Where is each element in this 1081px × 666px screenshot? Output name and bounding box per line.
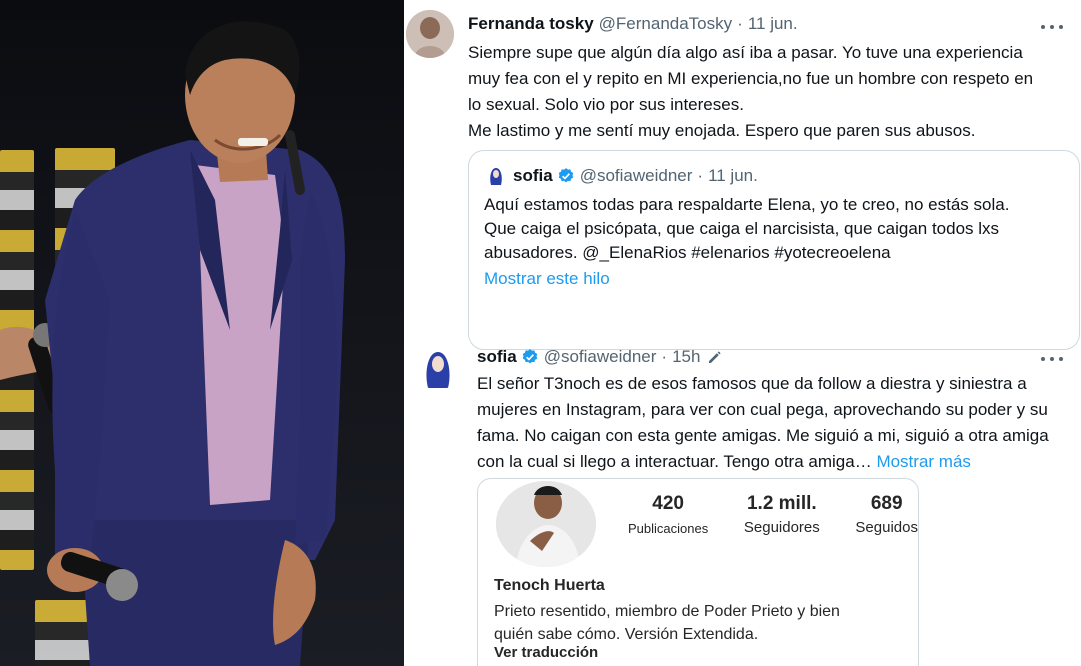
tweet-date[interactable]: 11 jun. xyxy=(748,14,798,34)
tweet-text-line: lo sexual. Solo vio por sus intereses. xyxy=(468,95,744,114)
separator: · xyxy=(737,14,743,33)
tweet-text-line: con la cual si llego a interactuar. Teng… xyxy=(477,449,1072,475)
display-name[interactable]: sofia xyxy=(477,347,517,367)
tweets-screenshot: Fernanda tosky @FernandaTosky · 11 jun. … xyxy=(404,0,1081,666)
separator: · xyxy=(661,347,668,366)
followers-label: Seguidores xyxy=(743,519,820,536)
posts-count: 420 xyxy=(652,493,684,514)
show-thread-link[interactable]: Mostrar este hilo xyxy=(484,269,610,289)
tweet-date[interactable]: 15h xyxy=(672,347,700,367)
tweet-text: El señor T3noch es de esos famosos que d… xyxy=(477,371,1072,475)
user-handle[interactable]: @FernandaTosky xyxy=(599,14,733,34)
more-options-icon[interactable] xyxy=(1041,350,1063,368)
display-name[interactable]: Fernanda tosky xyxy=(468,14,594,34)
tweet-text-line: Me lastimo y me sentí muy enojada. Esper… xyxy=(468,121,976,140)
posts-stat: 420 Publicaciones xyxy=(628,493,708,536)
verified-badge-icon xyxy=(522,349,537,364)
tweet-header: Fernanda tosky @FernandaTosky · 11 jun. xyxy=(468,14,798,34)
followers-count: 1.2 mill. xyxy=(746,493,817,514)
followers-stat: 1.2 mill. Seguidores xyxy=(744,493,820,536)
tweet-text-line: Aquí estamos todas para respaldarte Elen… xyxy=(484,195,1010,214)
tweet-text-line: abusadores. @_ElenaRios #elenarios #yote… xyxy=(484,243,891,262)
instagram-profile-screenshot[interactable]: 420 Publicaciones 1.2 mill. Seguidores 6… xyxy=(477,478,919,666)
bio-line: quién sabe cómo. Versión Extendida. xyxy=(494,626,759,643)
tweet-text: Siempre supe que algún día algo así iba … xyxy=(468,40,1073,144)
quoted-tweet[interactable]: sofia @sofiaweidner · 11 jun. Aquí estam… xyxy=(468,150,1080,350)
user-avatar[interactable] xyxy=(416,346,460,390)
display-name[interactable]: sofia xyxy=(513,166,553,186)
posts-label: Publicaciones xyxy=(628,521,709,536)
profile-bio: Prieto resentido, miembro de Poder Priet… xyxy=(494,600,914,646)
tweet-text-line: El señor T3noch es de esos famosos que d… xyxy=(477,374,1027,393)
following-label: Seguidos xyxy=(855,519,918,536)
tweet-text-line: mujeres en Instagram, para ver con cual … xyxy=(477,400,1048,419)
tweet-header: sofia @sofiaweidner · 15h xyxy=(477,347,724,367)
user-handle[interactable]: @sofiaweidner xyxy=(544,347,657,367)
pencil-icon xyxy=(709,351,722,363)
following-count: 689 xyxy=(870,493,903,514)
tweet-text-fragment: con la cual si llego a interactuar. Teng… xyxy=(477,452,872,471)
verified-badge-icon xyxy=(558,168,573,183)
tweet-text-line: fama. No caigan con esta gente amigas. M… xyxy=(477,426,1049,445)
bio-line: Prieto resentido, miembro de Poder Priet… xyxy=(494,603,840,620)
profile-picture xyxy=(496,481,596,567)
tweet: sofia @sofiaweidner · 15h El señor T3noc… xyxy=(404,338,1081,666)
event-photo xyxy=(0,0,404,666)
user-avatar[interactable] xyxy=(406,10,454,58)
separator: · xyxy=(697,166,704,185)
person-illustration xyxy=(0,21,345,666)
show-more-link[interactable]: Mostrar más xyxy=(876,452,970,471)
see-translation-link: Ver traducción xyxy=(494,644,599,661)
user-handle[interactable]: @sofiaweidner xyxy=(580,166,693,186)
quoted-tweet-header: sofia @sofiaweidner · 11 jun. xyxy=(513,166,758,186)
quoted-tweet-text: Aquí estamos todas para respaldarte Elen… xyxy=(484,193,1074,265)
profile-stats: 420 Publicaciones 1.2 mill. Seguidores 6… xyxy=(628,493,918,536)
tweet-text-line: muy fea con el y repito en MI experienci… xyxy=(468,69,1034,88)
tweet-text-line: Siempre supe que algún día algo así iba … xyxy=(468,43,1023,62)
quoted-user-avatar[interactable] xyxy=(485,165,507,187)
tweet: Fernanda tosky @FernandaTosky · 11 jun. … xyxy=(404,0,1081,350)
profile-name: Tenoch Huerta xyxy=(494,577,605,594)
following-stat: 689 Seguidos xyxy=(855,493,918,536)
tweet-text-line: Que caiga el psicópata, que caiga el nar… xyxy=(484,219,1000,238)
tweet-date[interactable]: 11 jun. xyxy=(708,166,758,186)
more-options-icon[interactable] xyxy=(1041,18,1063,36)
